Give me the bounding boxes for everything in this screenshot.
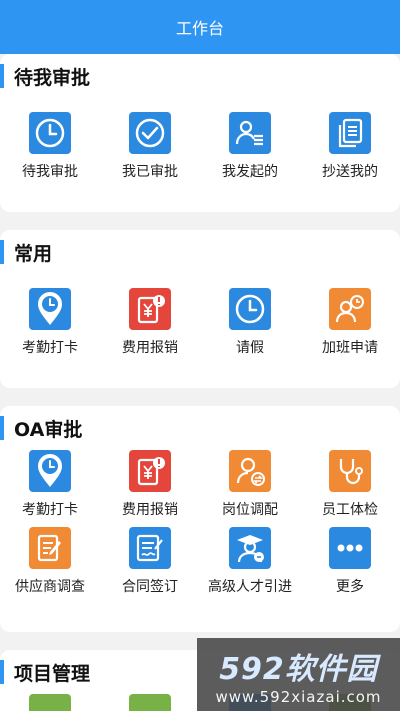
person-clock-icon bbox=[329, 288, 371, 330]
clock-icon bbox=[229, 288, 271, 330]
section-title: 项目管理 bbox=[14, 662, 91, 685]
graduate-icon bbox=[229, 527, 271, 569]
grid-item-label: 高级人才引进 bbox=[208, 579, 292, 595]
project-icon bbox=[129, 694, 171, 711]
watermark-brand: 592软件园 bbox=[219, 651, 378, 687]
edit-form-icon bbox=[29, 527, 71, 569]
watermark-url: www.592xiazai.com bbox=[215, 687, 382, 706]
grid-item-label: 请假 bbox=[236, 340, 264, 356]
person-swap-icon bbox=[229, 450, 271, 492]
grid-item-attendance[interactable]: 考勤打卡 bbox=[0, 288, 100, 357]
location-clock-icon bbox=[29, 450, 71, 492]
common-section: 常用 考勤打卡 费用报销 请假 加班申请 bbox=[0, 230, 400, 388]
grid-item-position-transfer[interactable]: 岗位调配 bbox=[200, 450, 300, 519]
grid-item-label: 供应商调查 bbox=[15, 579, 85, 595]
grid-item-label: 待我审批 bbox=[22, 164, 78, 180]
grid-item-supplier-survey[interactable]: 供应商调查 bbox=[0, 527, 100, 596]
yuan-receipt-icon bbox=[129, 450, 171, 492]
checkmark-icon bbox=[129, 112, 171, 154]
more-dots-icon bbox=[329, 527, 371, 569]
grid-item-leave[interactable]: 请假 bbox=[200, 288, 300, 357]
grid-item-physical-exam[interactable]: 员工体检 bbox=[300, 450, 400, 519]
grid-item-label: 费用报销 bbox=[122, 340, 178, 356]
grid-item-cc-to-me[interactable]: 抄送我的 bbox=[300, 112, 400, 181]
grid-item-initiated[interactable]: 我发起的 bbox=[200, 112, 300, 181]
grid-item-overtime[interactable]: 加班申请 bbox=[300, 288, 400, 357]
grid-item-label: 考勤打卡 bbox=[22, 340, 78, 356]
location-clock-icon bbox=[29, 288, 71, 330]
section-title: 待我审批 bbox=[14, 66, 91, 89]
section-accent-bar bbox=[0, 660, 4, 684]
grid-item-label: 我发起的 bbox=[222, 164, 278, 180]
project-icon bbox=[29, 694, 71, 711]
grid-item-project[interactable] bbox=[100, 694, 200, 711]
grid-item-label: 费用报销 bbox=[122, 502, 178, 518]
grid-item-attendance[interactable]: 考勤打卡 bbox=[0, 450, 100, 519]
grid-item-expense[interactable]: 费用报销 bbox=[100, 450, 200, 519]
section-title: OA审批 bbox=[14, 418, 83, 441]
sign-document-icon bbox=[129, 527, 171, 569]
section-title: 常用 bbox=[14, 242, 53, 265]
stethoscope-icon bbox=[329, 450, 371, 492]
grid-item-label: 我已审批 bbox=[122, 164, 178, 180]
section-accent-bar bbox=[0, 240, 4, 264]
grid-item-label: 合同签订 bbox=[122, 579, 178, 595]
grid-item-label: 员工体检 bbox=[322, 502, 378, 518]
watermark: 592软件园 www.592xiazai.com bbox=[197, 638, 400, 711]
user-list-icon bbox=[229, 112, 271, 154]
grid-item-label: 抄送我的 bbox=[322, 164, 378, 180]
yuan-receipt-icon bbox=[129, 288, 171, 330]
grid-item-more[interactable]: 更多 bbox=[300, 527, 400, 596]
pending-approval-section: 待我审批 待我审批 我已审批 我发起的 抄送我的 bbox=[0, 54, 400, 212]
clock-icon bbox=[29, 112, 71, 154]
page-title: 工作台 bbox=[175, 19, 224, 38]
oa-approval-section: OA审批 考勤打卡 费用报销 岗位调配 员工体检 供应商调查 合同签订 高级人才… bbox=[0, 406, 400, 632]
section-header: 待我审批 bbox=[0, 54, 400, 98]
documents-icon bbox=[329, 112, 371, 154]
grid-item-expense[interactable]: 费用报销 bbox=[100, 288, 200, 357]
top-bar: 工作台 bbox=[0, 0, 400, 54]
grid-item-pending-approval[interactable]: 待我审批 bbox=[0, 112, 100, 181]
section-header: 常用 bbox=[0, 230, 400, 274]
grid-item-label: 加班申请 bbox=[322, 340, 378, 356]
pending-approval-grid: 待我审批 我已审批 我发起的 抄送我的 bbox=[0, 112, 400, 181]
grid-item-approved[interactable]: 我已审批 bbox=[100, 112, 200, 181]
grid-item-contract-signing[interactable]: 合同签订 bbox=[100, 527, 200, 596]
section-accent-bar bbox=[0, 64, 4, 88]
grid-item-label: 考勤打卡 bbox=[22, 502, 78, 518]
grid-item-project[interactable] bbox=[0, 694, 100, 711]
section-accent-bar bbox=[0, 416, 4, 440]
common-grid: 考勤打卡 费用报销 请假 加班申请 bbox=[0, 288, 400, 357]
section-header: OA审批 bbox=[0, 406, 400, 450]
grid-item-senior-talent[interactable]: 高级人才引进 bbox=[200, 527, 300, 596]
grid-item-label: 更多 bbox=[336, 579, 364, 595]
oa-approval-grid: 考勤打卡 费用报销 岗位调配 员工体检 供应商调查 合同签订 高级人才引进 更多 bbox=[0, 450, 400, 596]
grid-item-label: 岗位调配 bbox=[222, 502, 278, 518]
